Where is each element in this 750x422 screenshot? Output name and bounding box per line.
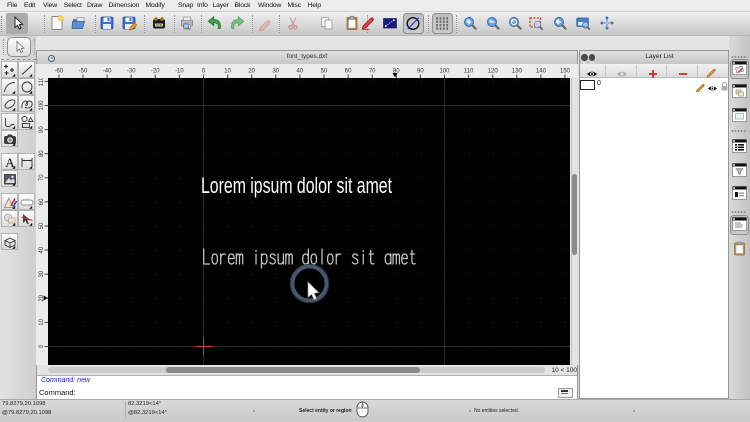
svg-text:-20: -20 bbox=[151, 69, 160, 75]
svg-text:90: 90 bbox=[417, 69, 424, 75]
svg-text:30: 30 bbox=[39, 270, 45, 277]
svg-text:100: 100 bbox=[439, 69, 450, 75]
svg-text:90: 90 bbox=[39, 126, 45, 133]
svg-text:-10: -10 bbox=[175, 69, 184, 75]
svg-text:110: 110 bbox=[464, 69, 474, 75]
svg-text:60: 60 bbox=[39, 198, 45, 205]
svg-text:-30: -30 bbox=[127, 69, 136, 75]
svg-text:130: 130 bbox=[512, 69, 523, 75]
svg-text:20: 20 bbox=[248, 69, 255, 75]
svg-text:50: 50 bbox=[39, 222, 45, 229]
svg-text:110: 110 bbox=[39, 78, 45, 86]
svg-text:30: 30 bbox=[272, 69, 279, 75]
svg-text:STB: STB bbox=[156, 23, 162, 27]
svg-text:-50: -50 bbox=[79, 69, 88, 75]
svg-text:10: 10 bbox=[39, 318, 45, 325]
svg-text:10: 10 bbox=[224, 69, 231, 75]
svg-text:120: 120 bbox=[488, 69, 499, 75]
svg-text:140: 140 bbox=[536, 69, 547, 75]
svg-text:80: 80 bbox=[39, 150, 45, 157]
svg-text:40: 40 bbox=[39, 246, 45, 253]
svg-text:70: 70 bbox=[39, 174, 45, 181]
svg-text:50: 50 bbox=[321, 69, 328, 75]
svg-text:-40: -40 bbox=[103, 69, 112, 75]
svg-text:Lorem ipsum dolor sit amet: Lorem ipsum dolor sit amet bbox=[201, 173, 392, 198]
svg-text:40: 40 bbox=[297, 69, 304, 75]
svg-text:150: 150 bbox=[560, 69, 571, 75]
svg-text:60: 60 bbox=[345, 69, 352, 75]
svg-text:70: 70 bbox=[369, 69, 376, 75]
svg-text:-60: -60 bbox=[55, 69, 64, 75]
svg-text:100: 100 bbox=[39, 100, 45, 111]
